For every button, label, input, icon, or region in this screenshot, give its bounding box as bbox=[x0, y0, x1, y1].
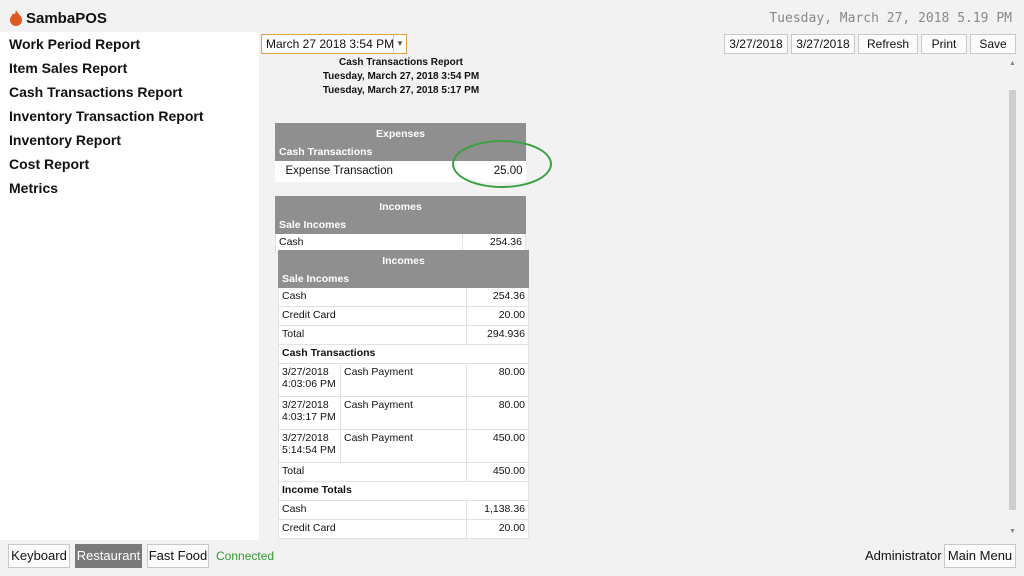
row-label: Credit Card bbox=[278, 306, 467, 326]
samba-flame-icon bbox=[10, 10, 22, 26]
row-desc: Cash Payment bbox=[340, 396, 467, 430]
restaurant-button[interactable]: Restaurant bbox=[75, 544, 142, 568]
table-row: Total 294.936 bbox=[278, 325, 529, 345]
section-label: Income Totals bbox=[278, 481, 529, 501]
chevron-down-icon[interactable]: ▼ bbox=[393, 35, 406, 53]
row-label: Total bbox=[278, 462, 467, 482]
report-end-date: Tuesday, March 27, 2018 5:17 PM bbox=[322, 85, 480, 96]
table-row: Total 450.00 bbox=[278, 462, 529, 482]
save-button[interactable]: Save bbox=[970, 34, 1016, 54]
user-name: Administrator bbox=[865, 548, 942, 563]
row-desc: Cash Payment bbox=[340, 363, 467, 397]
clock: Tuesday, March 27, 2018 5.19 PM bbox=[769, 11, 1012, 26]
sidebar-item-inventory-transaction-report[interactable]: Inventory Transaction Report bbox=[0, 104, 259, 128]
report-scrollbar[interactable]: ▲ ▼ bbox=[1008, 60, 1017, 538]
table-row: Cash 1,138.36 bbox=[278, 500, 529, 520]
report-title: Cash Transactions Report bbox=[339, 57, 463, 68]
main-menu-button[interactable]: Main Menu bbox=[944, 544, 1016, 568]
row-value: 1,138.36 bbox=[466, 500, 529, 520]
row-value: 20.00 bbox=[466, 306, 529, 326]
sidebar-item-work-period-report[interactable]: Work Period Report bbox=[0, 32, 259, 56]
row-label: Cash bbox=[278, 287, 467, 307]
row-value: 450.00 bbox=[466, 429, 529, 463]
table-section: Sale Incomes bbox=[275, 216, 526, 234]
scrollbar-thumb[interactable] bbox=[1009, 90, 1016, 510]
row-value: 80.00 bbox=[466, 396, 529, 430]
section-label: Cash Transactions bbox=[278, 344, 529, 364]
row-label: Total bbox=[278, 325, 467, 345]
row-value: 294.936 bbox=[466, 325, 529, 345]
row-label: Credit Card bbox=[278, 519, 467, 539]
row-date: 3/27/2018 bbox=[282, 432, 329, 444]
table-header: Incomes bbox=[278, 250, 529, 271]
sidebar-item-item-sales-report[interactable]: Item Sales Report bbox=[0, 56, 259, 80]
sidebar-item-cash-transactions-report[interactable]: Cash Transactions Report bbox=[0, 80, 259, 104]
refresh-button[interactable]: Refresh bbox=[858, 34, 918, 54]
sidebar-item-metrics[interactable]: Metrics bbox=[0, 176, 259, 200]
table-row: 3/27/2018 4:03:17 PM Cash Payment 80.00 bbox=[278, 396, 529, 430]
sidebar-item-cost-report[interactable]: Cost Report bbox=[0, 152, 259, 176]
row-label: Cash bbox=[278, 500, 467, 520]
row-date: 3/27/2018 bbox=[282, 399, 329, 411]
bottom-bar: Keyboard Restaurant Fast Food Connected … bbox=[0, 540, 1024, 576]
table-section: Sale Incomes bbox=[278, 270, 529, 288]
report-list-sidebar: Work Period Report Item Sales Report Cas… bbox=[0, 32, 259, 540]
title-bar: SambaPOS Tuesday, March 27, 2018 5.19 PM bbox=[0, 0, 1024, 32]
row-value: 20.00 bbox=[466, 519, 529, 539]
table-row: Cash 254.36 bbox=[278, 287, 529, 307]
table-row: Credit Card 20.00 bbox=[278, 519, 529, 539]
app-title: SambaPOS bbox=[26, 10, 107, 27]
incomes-inner-table: Incomes Sale Incomes Cash 254.36 Credit … bbox=[278, 250, 529, 539]
row-value: 80.00 bbox=[466, 363, 529, 397]
end-date-button[interactable]: 3/27/2018 bbox=[791, 34, 855, 54]
connection-status: Connected bbox=[216, 549, 275, 563]
table-row: 3/27/2018 5:14:54 PM Cash Payment 450.00 bbox=[278, 429, 529, 463]
row-date: 3/27/2018 bbox=[282, 366, 329, 378]
row-time: 4:03:06 PM bbox=[282, 378, 336, 390]
row-value: 254.36 bbox=[466, 287, 529, 307]
scroll-down-icon[interactable]: ▼ bbox=[1008, 528, 1017, 535]
table-row: 3/27/2018 4:03:06 PM Cash Payment 80.00 bbox=[278, 363, 529, 397]
report-start-date: Tuesday, March 27, 2018 3:54 PM bbox=[322, 71, 480, 82]
row-label: Expense Transaction bbox=[285, 165, 393, 178]
table-row: Credit Card 20.00 bbox=[278, 306, 529, 326]
sidebar-item-inventory-report[interactable]: Inventory Report bbox=[0, 128, 259, 152]
print-button[interactable]: Print bbox=[921, 34, 967, 54]
scroll-up-icon[interactable]: ▲ bbox=[1008, 60, 1017, 67]
report-viewer: Cash Transactions Report Tuesday, March … bbox=[261, 56, 1007, 540]
fast-food-button[interactable]: Fast Food bbox=[147, 544, 209, 568]
row-time: 4:03:17 PM bbox=[282, 411, 336, 423]
highlight-annotation bbox=[452, 140, 552, 188]
row-desc: Cash Payment bbox=[340, 429, 467, 463]
table-header: Incomes bbox=[275, 196, 526, 217]
start-date-button[interactable]: 3/27/2018 bbox=[724, 34, 788, 54]
work-period-select[interactable]: March 27 2018 3:54 PM ▼ bbox=[261, 34, 407, 54]
row-value: 450.00 bbox=[466, 462, 529, 482]
keyboard-button[interactable]: Keyboard bbox=[8, 544, 70, 568]
work-period-select-value: March 27 2018 3:54 PM bbox=[266, 37, 395, 51]
report-header: Cash Transactions Report Tuesday, March … bbox=[261, 56, 541, 98]
row-time: 5:14:54 PM bbox=[282, 444, 336, 456]
incomes-outer-table: Incomes Sale Incomes Cash 254.36 bbox=[275, 196, 526, 253]
